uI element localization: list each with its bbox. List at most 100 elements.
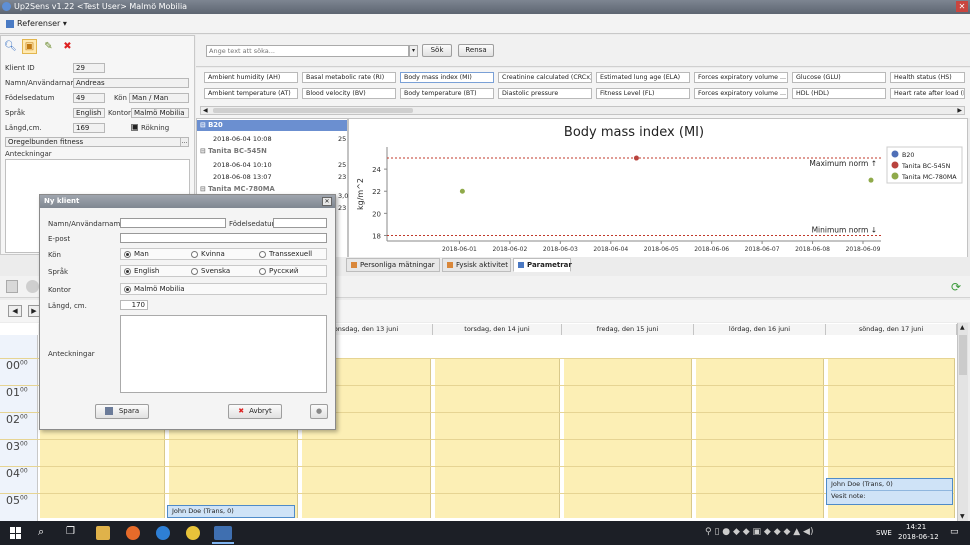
firefox-icon[interactable]: [126, 526, 140, 540]
edit-client-button[interactable]: ✎: [41, 39, 56, 54]
parameter-cell[interactable]: HDL (HDL): [792, 88, 886, 99]
scroll-up-icon[interactable]: ▲: [960, 324, 965, 331]
parameter-cell[interactable]: Ambient humidity (AH): [204, 72, 298, 83]
search-input[interactable]: [206, 45, 409, 57]
dlg-lang-english[interactable]: English: [124, 267, 159, 275]
smoking-checkbox[interactable]: ■: [131, 124, 138, 131]
dlg-gender-man[interactable]: Man: [124, 250, 149, 258]
collapse-icon[interactable]: ⊟: [200, 121, 208, 129]
refresh-icon[interactable]: ⟳: [951, 280, 961, 294]
parameter-cell[interactable]: Body temperature (BT): [400, 88, 494, 99]
dlg-gender-woman[interactable]: Kvinna: [191, 250, 225, 258]
dlg-gender-trans[interactable]: Transsexuell: [259, 250, 312, 258]
parameter-cell[interactable]: Glucose (GLU): [792, 72, 886, 83]
tab-2[interactable]: Parametrar: [513, 258, 572, 272]
parameter-scrollbar[interactable]: ◀ ▶: [200, 106, 965, 115]
start-icon[interactable]: [10, 527, 22, 539]
calendar-doc-icon[interactable]: [6, 280, 18, 293]
delete-client-button[interactable]: ✖: [60, 39, 75, 54]
clear-button[interactable]: Rensa: [458, 44, 494, 57]
client-lang-field[interactable]: English: [73, 108, 105, 118]
dlg-height-input[interactable]: 170: [120, 300, 148, 310]
tab-1[interactable]: Fysisk aktivitet: [442, 258, 511, 272]
day-column[interactable]: [435, 358, 560, 518]
client-height-field[interactable]: 169: [73, 123, 105, 133]
day-header[interactable]: söndag, den 17 juni: [826, 324, 957, 335]
tree-group[interactable]: ⊟ Tanita BC-545N: [197, 146, 347, 157]
parameter-cell[interactable]: Creatinine calculated (CRCx): [498, 72, 592, 83]
tray-lang[interactable]: SWE: [876, 529, 892, 537]
parameter-cell[interactable]: Ambient temperature (AT): [204, 88, 298, 99]
day-column[interactable]: [564, 358, 692, 518]
dlg-cancel-button[interactable]: ✖ Avbryt: [228, 404, 282, 419]
collapse-icon[interactable]: ⊟: [200, 147, 208, 155]
calendar-status-icon[interactable]: [26, 280, 39, 293]
dlg-notes-area[interactable]: [120, 315, 327, 393]
calendar-scrollbar[interactable]: ▲ ▼: [957, 323, 968, 521]
new-client-button[interactable]: ▣: [22, 39, 37, 54]
scroll-thumb[interactable]: [213, 108, 413, 113]
tray-date[interactable]: 2018-06-12: [898, 533, 939, 541]
client-gender-field[interactable]: Man / Man: [129, 93, 189, 103]
dlg-email-label: E-post: [48, 235, 71, 243]
dlg-name-input[interactable]: [120, 218, 226, 228]
collapse-icon[interactable]: ⊟: [200, 185, 208, 193]
menu-referenser[interactable]: Referenser ▾: [2, 17, 71, 31]
calendar-prev-button[interactable]: ◀: [8, 305, 22, 317]
client-birth-field[interactable]: 49: [73, 93, 105, 103]
dlg-lang-russian[interactable]: Русский: [259, 267, 298, 275]
parameter-cell[interactable]: Fitness Level (FL): [596, 88, 690, 99]
tree-group[interactable]: ⊟ B20: [197, 120, 347, 131]
dlg-office-malmo[interactable]: Malmö Mobilia: [124, 285, 185, 293]
dlg-email-input[interactable]: [120, 233, 327, 243]
dlg-save-button[interactable]: Spara: [95, 404, 149, 419]
tray-icons[interactable]: ⚲ ▯ ● ◆ ◆ ▣ ◆ ◆ ◆ ▲ ◀): [705, 527, 813, 537]
dialog-close-button[interactable]: ✕: [322, 197, 332, 206]
dlg-lang-svenska[interactable]: Svenska: [191, 267, 230, 275]
parameter-cell[interactable]: Health status (HS): [890, 72, 965, 83]
parameter-cell[interactable]: Body mass index (MI): [400, 72, 494, 83]
taskbar-search-icon[interactable]: ⌕: [38, 525, 44, 539]
chrome-icon[interactable]: [186, 526, 200, 540]
tree-row-date[interactable]: 2018-06-04 10:08: [213, 134, 272, 145]
scroll-right-icon[interactable]: ▶: [957, 107, 962, 114]
tray-time[interactable]: 14:21: [906, 523, 926, 531]
scroll-down-icon[interactable]: ▼: [960, 513, 965, 520]
calendar-event[interactable]: John Doe (Trans, 0): [167, 505, 295, 518]
tab-0[interactable]: Personliga mätningar: [346, 258, 440, 272]
client-name-field[interactable]: Andreas: [73, 78, 189, 88]
parameter-cell[interactable]: Forces expiratory volume ...: [694, 72, 788, 83]
parameter-cell[interactable]: Basal metabolic rate (RI): [302, 72, 396, 83]
tree-row-date[interactable]: 2018-06-04 10:10: [213, 160, 272, 171]
parameter-cell[interactable]: Heart rate after load (H: [890, 88, 965, 99]
client-office-field[interactable]: Malmö Mobilia: [131, 108, 189, 118]
dlg-birth-input[interactable]: [273, 218, 327, 228]
calendar-scroll-thumb[interactable]: [959, 335, 967, 375]
client-id-field[interactable]: 29: [73, 63, 105, 73]
window-title: Up2Sens v1.22 <Test User> Malmö Mobilia: [14, 2, 188, 11]
parameter-cell[interactable]: Blood velocity (BV): [302, 88, 396, 99]
tree-row-date[interactable]: 2018-06-08 13:07: [213, 172, 272, 183]
parameter-cell[interactable]: Diastolic pressure: [498, 88, 592, 99]
ie-icon[interactable]: [156, 526, 170, 540]
parameter-cell[interactable]: Estimated lung age (ELA): [596, 72, 690, 83]
calendar-event[interactable]: John Doe (Trans, 0) Vesit note:: [826, 478, 953, 505]
new-client-dialog: Ny klient ✕ Namn/Användarnamn Födelsedat…: [39, 194, 336, 430]
search-dropdown-icon[interactable]: ▾: [409, 45, 418, 57]
task-view-icon[interactable]: ❐: [66, 526, 75, 537]
day-header[interactable]: torsdag, den 14 juni: [433, 324, 562, 335]
fitness-more-button[interactable]: …: [180, 137, 189, 147]
parameter-cell[interactable]: Forces expiratory volume ...: [694, 88, 788, 99]
fitness-select[interactable]: Oregelbunden fitness: [5, 137, 181, 147]
dlg-user-button[interactable]: ●: [310, 404, 328, 419]
day-header[interactable]: lördag, den 16 juni: [694, 324, 826, 335]
day-column[interactable]: [696, 358, 824, 518]
search-client-button[interactable]: 🔍︎: [3, 39, 18, 54]
notification-icon[interactable]: ▭: [950, 527, 959, 537]
window-close-button[interactable]: ✕: [956, 1, 968, 12]
app-taskbar-icon[interactable]: [214, 526, 232, 540]
day-header[interactable]: fredag, den 15 juni: [562, 324, 694, 335]
scroll-left-icon[interactable]: ◀: [203, 107, 208, 114]
file-explorer-icon[interactable]: [96, 526, 110, 540]
search-button[interactable]: Sök: [422, 44, 452, 57]
